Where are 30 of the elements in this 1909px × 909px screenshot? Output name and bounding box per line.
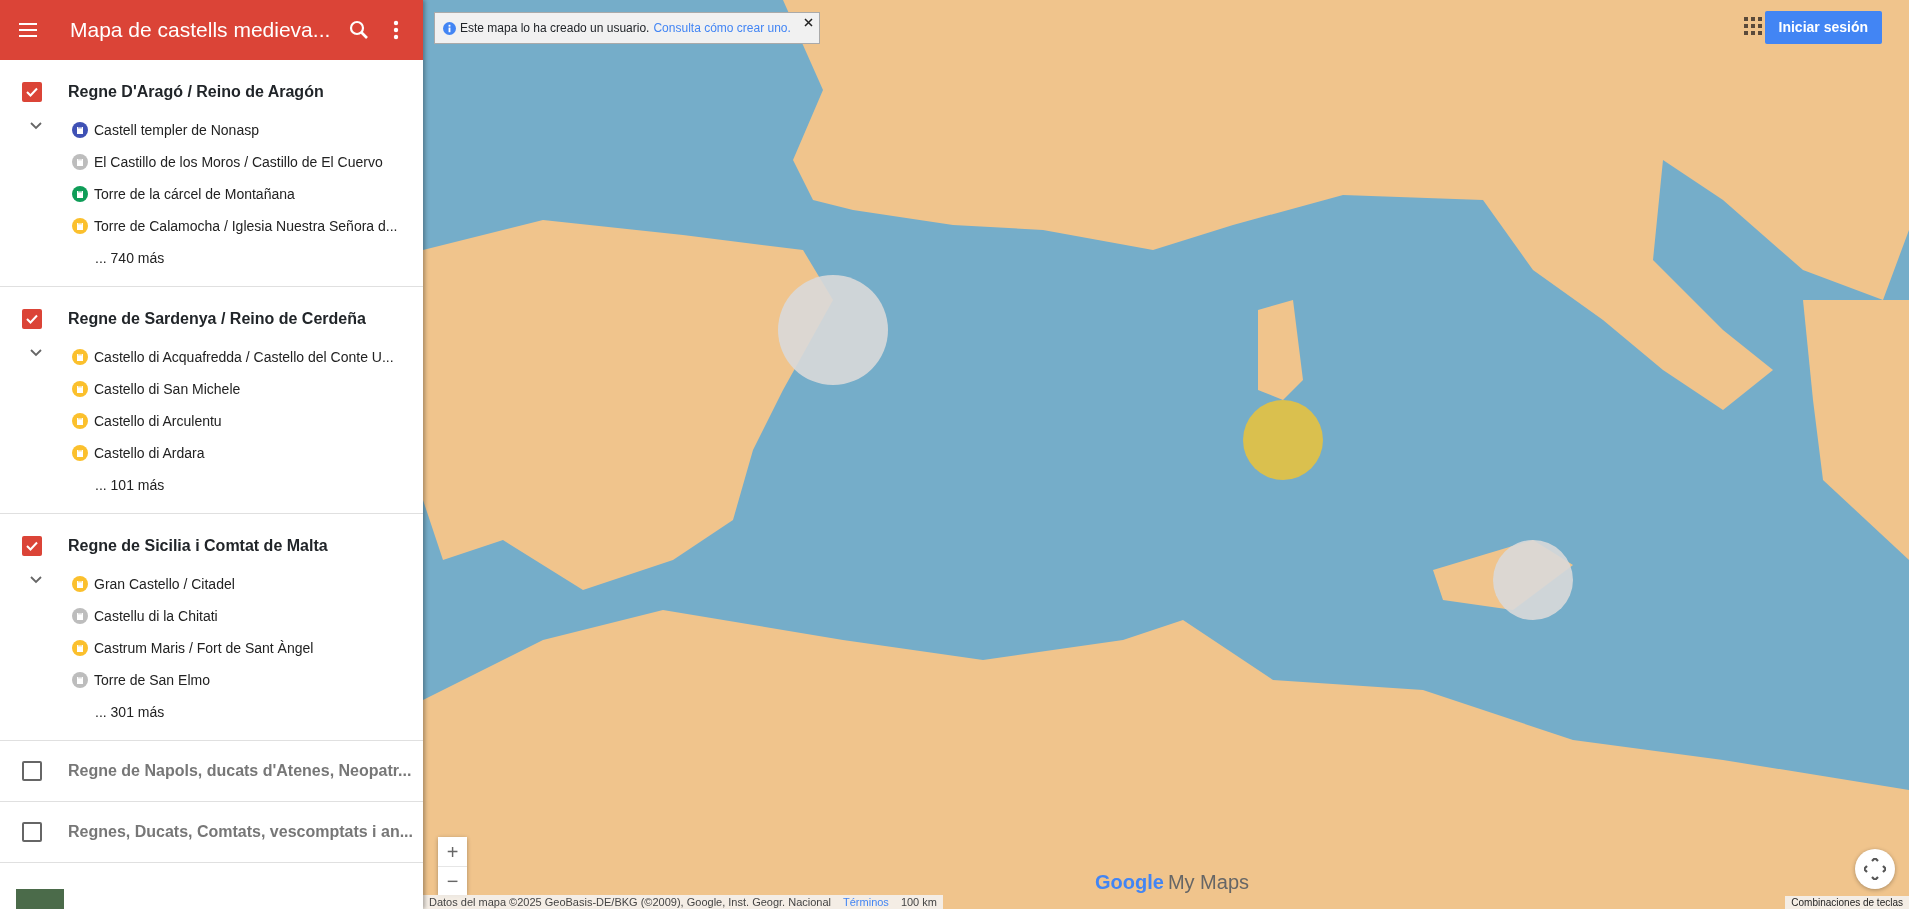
more-items-link[interactable]: ... 740 más <box>95 247 165 269</box>
keyboard-shortcuts-link[interactable]: Combinaciones de teclas <box>1785 896 1909 909</box>
place-name[interactable]: Castellu di la Chitati <box>94 605 218 627</box>
place-name[interactable]: Torre de San Elmo <box>94 669 210 691</box>
map-attribution: Datos del mapa ©2025 GeoBasis-DE/BKG (©2009), Google, Inst. Geogr. Nacional <box>429 894 832 909</box>
place-name[interactable]: Torre de Calamocha / Iglesia Nuestra Señora d... <box>94 215 398 237</box>
product-name: My Maps <box>1167 870 1249 895</box>
zoom-in-button[interactable]: + <box>438 837 467 866</box>
place-name[interactable]: El Castillo de los Moros / Castillo de El Cuervo <box>94 151 383 173</box>
map-title: Mapa de castells medieva... <box>70 17 331 44</box>
place-name[interactable]: Gran Castello / Citadel <box>94 573 235 595</box>
layer-title[interactable]: Regne de Napols, ducats d'Atenes, Neopatr... <box>68 759 412 783</box>
google-logo: Google <box>1095 870 1164 895</box>
layer-title[interactable]: Regnes, Ducats, Comtats, vescomptats i an... <box>68 820 413 844</box>
place-name[interactable]: Torre de la cárcel de Montañana <box>94 183 295 205</box>
layer-title[interactable]: Regne D'Aragó / Reino de Aragón <box>68 80 324 104</box>
banner-text: Este mapa lo ha creado un usuario. <box>460 20 650 37</box>
scale-label: 100 km <box>900 894 937 909</box>
place-name[interactable]: Castrum Maris / Fort de Sant Àngel <box>94 637 314 659</box>
place-name[interactable]: Castello di Acquafredda / Castello del Conte U... <box>94 346 394 368</box>
sign-in-button[interactable]: Iniciar sesión <box>1764 11 1882 44</box>
more-items-link[interactable]: ... 301 más <box>95 701 165 723</box>
place-name[interactable]: Castello di Arculentu <box>94 410 222 432</box>
layer-title[interactable]: Regne de Sicilia i Comtat de Malta <box>68 534 328 558</box>
more-items-link[interactable]: ... 101 más <box>95 474 165 496</box>
place-name[interactable]: Castell templer de Nonasp <box>94 119 259 141</box>
place-name[interactable]: Castello di Ardara <box>94 442 205 464</box>
zoom-out-button[interactable]: − <box>438 866 467 895</box>
layer-title[interactable]: Regne de Sardenya / Reino de Cerdeña <box>68 307 366 331</box>
place-name[interactable]: Castello di San Michele <box>94 378 241 400</box>
